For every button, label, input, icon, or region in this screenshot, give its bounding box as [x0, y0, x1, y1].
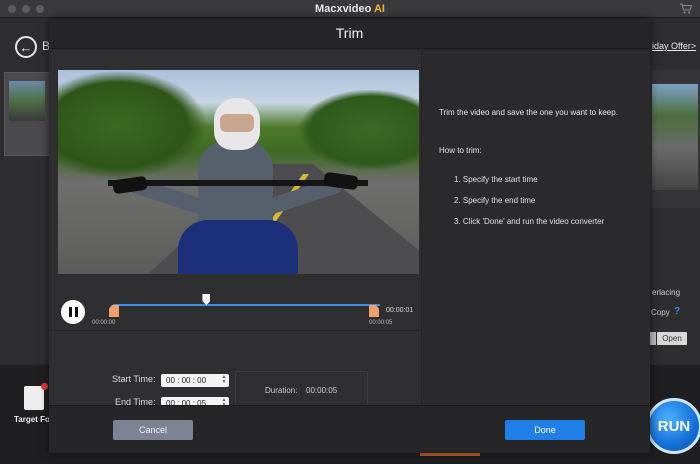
timeline-start-label: 00:00:00	[92, 320, 116, 326]
timeline-end-label: 00:00:05	[369, 320, 393, 326]
divider	[49, 330, 421, 331]
video-thumbnail	[9, 81, 45, 121]
start-time-field[interactable]: 00 : 00 : 00 ▲ ▼	[161, 374, 229, 387]
deinterlacing-label: erlacing	[652, 288, 681, 297]
dialog-title: Trim	[335, 25, 364, 41]
intro-text: Trim the video and save the one you want…	[439, 108, 618, 117]
auto-copy-label: Copy	[651, 308, 670, 317]
done-button[interactable]: Done	[505, 420, 585, 440]
back-button[interactable]: ←	[15, 36, 37, 58]
preview-image	[652, 84, 698, 190]
scene-tree-right	[299, 90, 419, 170]
instruction-step: 2. Specify the end time	[454, 196, 536, 205]
arrow-left-icon: ←	[19, 39, 33, 55]
scene-motorcycle	[178, 220, 298, 274]
app-title-main: Macxvideo	[315, 3, 372, 15]
trim-dialog: Trim 00:00:01 00:00:00 00:00:05 Start Ti…	[49, 19, 650, 453]
run-button[interactable]: RUN	[646, 398, 700, 454]
start-time-value: 00 : 00 : 00	[166, 376, 207, 385]
open-folder-button[interactable]: Open	[657, 332, 687, 345]
video-preview[interactable]	[58, 70, 419, 274]
scene-tree-left	[58, 70, 208, 180]
dialog-header: Trim	[49, 19, 650, 49]
instruction-step: 1. Specify the start time	[454, 175, 538, 184]
scene-visor	[220, 114, 254, 132]
instruction-step: 3. Click 'Done' and run the video conver…	[454, 217, 605, 226]
trim-editor-pane: 00:00:01 00:00:00 00:00:05 Start Time: 0…	[49, 50, 421, 410]
cancel-button[interactable]: Cancel	[113, 420, 193, 440]
target-format-icon[interactable]	[24, 383, 48, 410]
duration-box: Duration: 00:00:05	[235, 371, 368, 409]
app-title-ai: AI	[373, 3, 385, 15]
trim-start-handle[interactable]	[109, 305, 119, 317]
pause-icon	[74, 307, 78, 317]
trim-end-handle[interactable]	[369, 305, 379, 317]
stepper-icon[interactable]: ▲▼	[221, 375, 227, 386]
duration-value: 00:00:05	[306, 386, 338, 395]
holiday-offer-link[interactable]: iday Offer>	[652, 41, 696, 51]
current-time-label: 00:00:01	[386, 307, 414, 314]
instructions-pane: Trim the video and save the one you want…	[421, 50, 650, 405]
window-titlebar: Macxvideo AI	[0, 0, 700, 18]
progress-indicator	[420, 453, 480, 456]
app-title: Macxvideo AI	[0, 3, 700, 15]
pause-button[interactable]	[61, 300, 85, 324]
output-folder-field[interactable]	[650, 332, 656, 345]
cart-icon[interactable]	[680, 3, 692, 14]
dialog-footer: Cancel Done	[49, 405, 650, 453]
video-list-item[interactable]	[4, 72, 50, 156]
pause-icon	[68, 307, 72, 317]
trim-timeline-track[interactable]	[113, 304, 380, 306]
start-time-label: Start Time:	[112, 374, 156, 384]
help-icon[interactable]: ?	[674, 306, 680, 317]
howto-title: How to trim:	[439, 146, 482, 155]
target-format-label[interactable]: Target Fo	[14, 415, 50, 424]
duration-label: Duration:	[265, 386, 298, 395]
